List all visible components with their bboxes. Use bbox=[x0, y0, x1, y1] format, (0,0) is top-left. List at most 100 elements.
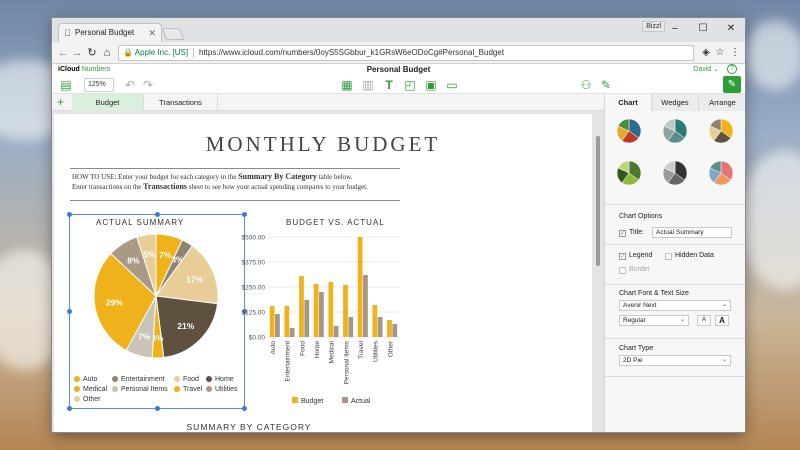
page-title[interactable]: MONTHLY BUDGET bbox=[54, 132, 592, 157]
chart-style-option[interactable] bbox=[662, 118, 688, 144]
bar-actual[interactable] bbox=[377, 317, 383, 337]
howto-part: HOW TO USE: Enter your budget for each c… bbox=[72, 173, 239, 181]
sidebar-view-icon[interactable]: ▤ bbox=[58, 77, 74, 93]
bar-budget[interactable] bbox=[313, 284, 319, 337]
back-arrow-icon[interactable]: ← bbox=[56, 45, 70, 61]
title-checkbox[interactable]: ✓ Title: bbox=[619, 229, 644, 237]
chart-type-select[interactable]: 2D Pie ⌄ bbox=[619, 355, 731, 366]
legend-checkbox[interactable]: ✓ Legend bbox=[619, 252, 652, 260]
bar-actual[interactable] bbox=[333, 326, 339, 337]
forward-arrow-icon[interactable]: → bbox=[70, 45, 84, 61]
resize-handle[interactable] bbox=[155, 212, 160, 217]
add-sheet-icon[interactable]: + bbox=[57, 94, 64, 110]
reload-icon[interactable]: ↻ bbox=[85, 45, 99, 61]
url-input[interactable]: 🔒 Apple Inc. [US] https://www.icloud.com… bbox=[118, 45, 694, 61]
maximize-button[interactable]: ☐ bbox=[689, 18, 717, 40]
bar-actual[interactable] bbox=[363, 275, 368, 337]
bar-actual[interactable] bbox=[275, 314, 280, 337]
address-bar: ← → ↻ ⌂ 🔒 Apple Inc. [US] https://www.ic… bbox=[52, 42, 745, 64]
vertical-scrollbar[interactable] bbox=[596, 136, 600, 266]
chart-style-option[interactable] bbox=[616, 118, 642, 144]
text-icon[interactable]: T bbox=[381, 77, 397, 93]
howto-part: Enter transactions on the bbox=[72, 183, 144, 191]
secure-indicator: 🔒 Apple Inc. [US] bbox=[123, 46, 188, 60]
border-checkbox[interactable]: ✓Border bbox=[619, 266, 650, 274]
comment-icon[interactable]: ▭ bbox=[444, 77, 460, 93]
x-tick-label: Auto bbox=[270, 341, 277, 355]
chart-style-option[interactable] bbox=[662, 160, 688, 186]
x-tick-label: Other bbox=[387, 340, 394, 357]
layers-icon[interactable]: ◈ bbox=[699, 45, 713, 61]
font-family-select[interactable]: Avenir Next ⌄ bbox=[619, 300, 731, 311]
browser-menu-icon[interactable]: ⋮ bbox=[728, 45, 742, 61]
resize-handle[interactable] bbox=[67, 406, 72, 411]
bar-actual[interactable] bbox=[348, 317, 354, 337]
chart-style-swatches[interactable] bbox=[605, 111, 745, 205]
browser-tab-title: Personal Budget bbox=[75, 28, 135, 37]
chart-type-heading: Chart Type bbox=[619, 345, 654, 352]
chart-options-section: Chart Options ✓ Title: Actual Summary bbox=[605, 205, 745, 245]
chart-style-option[interactable] bbox=[708, 118, 734, 144]
shape-icon[interactable]: ◰ bbox=[402, 77, 418, 93]
howto-text[interactable]: HOW TO USE: Enter your budget for each c… bbox=[72, 172, 402, 192]
chart-font-section: Chart Font & Text Size Avenir Next ⌄ Regu… bbox=[605, 285, 745, 339]
help-icon[interactable]: ? bbox=[727, 64, 737, 74]
chart-title-input[interactable]: Actual Summary bbox=[652, 227, 732, 238]
home-icon[interactable]: ⌂ bbox=[100, 45, 114, 61]
bar-budget[interactable] bbox=[269, 306, 275, 337]
bar-budget[interactable] bbox=[357, 237, 363, 337]
bar-actual[interactable] bbox=[392, 324, 398, 337]
font-style-select[interactable]: Regular ⌄ bbox=[619, 315, 689, 326]
format-brush-button[interactable]: ✎ bbox=[723, 76, 741, 93]
resize-handle[interactable] bbox=[67, 309, 72, 314]
bar-actual[interactable] bbox=[289, 328, 295, 337]
resize-handle[interactable] bbox=[242, 212, 247, 217]
table-icon[interactable]: ▦ bbox=[339, 77, 355, 93]
bar-legend-swatch bbox=[342, 397, 348, 403]
bar-budget[interactable] bbox=[387, 320, 392, 337]
zoom-select[interactable]: 125% ⌄ bbox=[84, 78, 114, 100]
minimize-button[interactable]: – bbox=[661, 18, 689, 40]
close-window-button[interactable]: ✕ bbox=[717, 18, 745, 40]
bar-budget[interactable] bbox=[284, 306, 290, 337]
document-title[interactable]: Personal Budget bbox=[52, 65, 745, 74]
browser-tab[interactable]:  Personal Budget ✕ bbox=[58, 23, 162, 42]
tab-arrange[interactable]: Arrange bbox=[699, 94, 745, 111]
increase-font-button[interactable]: A bbox=[715, 315, 729, 326]
x-tick-label: Home bbox=[314, 341, 321, 359]
sheet-tab-budget[interactable]: Budget bbox=[72, 94, 144, 111]
bar-budget[interactable] bbox=[299, 276, 304, 337]
bar-budget[interactable] bbox=[328, 282, 334, 337]
sheet-tab-transactions[interactable]: Transactions bbox=[144, 94, 218, 111]
media-icon[interactable]: ▣ bbox=[423, 77, 439, 93]
tab-wedges[interactable]: Wedges bbox=[652, 94, 699, 111]
bookmark-star-icon[interactable]: ☆ bbox=[713, 45, 727, 61]
howto-part: table below. bbox=[316, 173, 353, 181]
user-menu[interactable]: David ⌄ bbox=[693, 65, 719, 73]
bar-budget[interactable] bbox=[343, 285, 348, 337]
tab-chart[interactable]: Chart bbox=[605, 94, 652, 111]
close-tab-icon[interactable]: ✕ bbox=[148, 24, 156, 42]
toolbar: ▤ 125% ⌄ ↶ ↷ ▦ ▥ T ◰ ▣ ▭ ⚇ ✎ ✎ bbox=[52, 76, 745, 100]
chart-style-option[interactable] bbox=[708, 160, 734, 186]
bar-actual[interactable] bbox=[304, 300, 310, 337]
collaborate-icon[interactable]: ⚇ bbox=[578, 77, 594, 93]
font-style-value: Regular bbox=[623, 317, 646, 324]
wallpaper-cloud bbox=[740, 150, 800, 290]
bar-actual[interactable] bbox=[319, 292, 324, 337]
resize-handle[interactable] bbox=[67, 212, 72, 217]
chart-style-option[interactable] bbox=[616, 160, 642, 186]
hidden-data-checkbox[interactable]: ✓Hidden Data bbox=[665, 252, 714, 260]
tools-wrench-icon[interactable]: ✎ bbox=[598, 77, 614, 93]
redo-icon[interactable]: ↷ bbox=[140, 77, 156, 93]
bar-budget[interactable] bbox=[372, 305, 378, 337]
new-tab-button[interactable] bbox=[161, 28, 185, 40]
undo-icon[interactable]: ↶ bbox=[122, 77, 138, 93]
chart-selection-box[interactable] bbox=[67, 212, 247, 411]
font-family-value: Avenir Next bbox=[623, 302, 657, 309]
chart-icon[interactable]: ▥ bbox=[360, 77, 376, 93]
wallpaper-cloud bbox=[745, 20, 800, 90]
bar-chart[interactable]: $0.00 $125.00 $250.00 $375.00 $500.00 Auto Ent… bbox=[230, 232, 406, 412]
resize-handle[interactable] bbox=[155, 406, 160, 411]
decrease-font-button[interactable]: A bbox=[697, 315, 711, 326]
